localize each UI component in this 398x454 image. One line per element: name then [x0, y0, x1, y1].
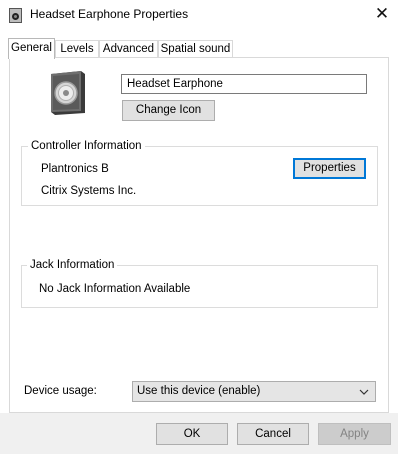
- tab-label: Spatial sound: [160, 43, 231, 55]
- headset-speaker-icon: [51, 71, 85, 115]
- controller-vendor: Citrix Systems Inc.: [41, 185, 137, 197]
- close-icon: ✕: [374, 4, 390, 23]
- tab-label: General: [11, 42, 52, 54]
- window-title: Headset Earphone Properties: [30, 7, 189, 21]
- controller-info-heading: Controller Information: [28, 139, 145, 153]
- jack-info-text: No Jack Information Available: [39, 283, 191, 295]
- device-usage-value: Use this device (enable): [137, 385, 261, 397]
- device-usage-label: Device usage:: [24, 385, 97, 397]
- tab-general[interactable]: General: [8, 38, 55, 59]
- tab-label: Advanced: [102, 43, 155, 55]
- close-button[interactable]: ✕: [368, 3, 396, 25]
- jack-info-heading: Jack Information: [27, 258, 118, 272]
- chevron-down-icon: [359, 389, 369, 395]
- tab-spatial-sound[interactable]: Spatial sound: [158, 40, 233, 58]
- device-usage-select[interactable]: Use this device (enable): [132, 381, 376, 402]
- ok-button[interactable]: OK: [156, 423, 228, 445]
- device-name-input[interactable]: Headset Earphone: [121, 74, 367, 94]
- properties-button[interactable]: Properties: [293, 158, 366, 179]
- tab-label: Levels: [60, 43, 94, 55]
- title-bar: Headset Earphone Properties ✕: [0, 0, 398, 30]
- tab-levels[interactable]: Levels: [55, 40, 99, 58]
- cancel-button[interactable]: Cancel: [237, 423, 309, 445]
- tab-advanced[interactable]: Advanced: [99, 40, 158, 58]
- apply-button[interactable]: Apply: [318, 423, 391, 445]
- controller-name: Plantronics B: [41, 163, 109, 175]
- speaker-app-icon: [9, 8, 22, 23]
- change-icon-button[interactable]: Change Icon: [122, 100, 215, 121]
